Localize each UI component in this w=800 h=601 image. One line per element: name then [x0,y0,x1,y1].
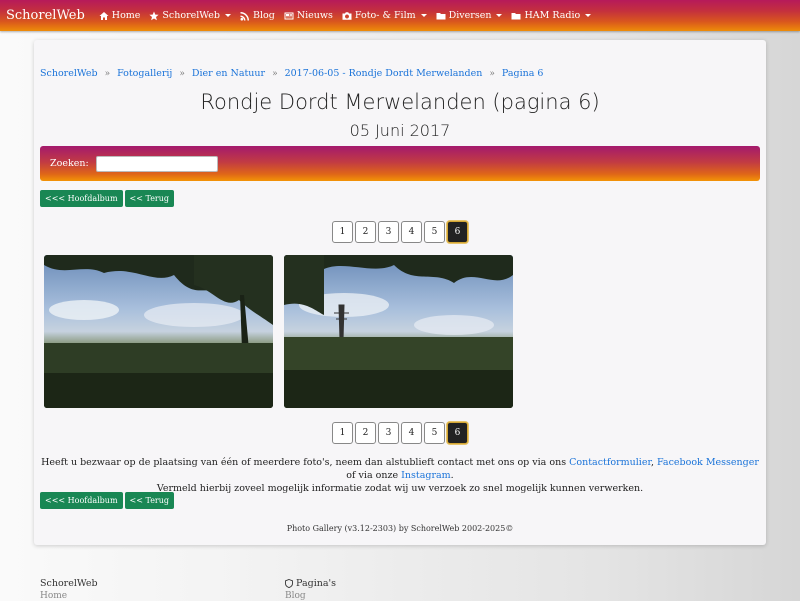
breadcrumb-item[interactable]: SchorelWeb [40,68,98,79]
top-button-row: <<< Hoofdalbum << Terug [40,190,175,207]
page-link-2[interactable]: 2 [355,221,376,243]
nav-foto-film[interactable]: Foto- & Film [342,10,427,21]
search-bar: Zoeken: [40,146,760,181]
home-icon [99,11,109,20]
main-album-button[interactable]: <<< Hoofdalbum [40,492,123,509]
nav-home-label: Home [111,10,141,21]
footer-column-title: Pagina's [296,578,337,589]
nav-blog[interactable]: Blog [240,10,275,21]
nav-nieuws-label: Nieuws [296,10,333,21]
pagination-top: 1 2 3 4 5 6 [34,221,766,243]
facebook-messenger-link[interactable]: Facebook Messenger [657,457,759,468]
chevron-down-icon [420,14,427,17]
page-link-6-current[interactable]: 6 [447,221,468,243]
search-label: Zoeken: [50,158,89,169]
page-link-3[interactable]: 3 [378,221,399,243]
nav-diversen-label: Diversen [448,10,492,21]
page-link-5[interactable]: 5 [424,221,445,243]
page-date: 05 Juni 2017 [349,121,451,140]
page-link-4[interactable]: 4 [401,221,422,243]
instagram-link[interactable]: Instagram [401,470,451,481]
breadcrumb: SchorelWeb » Fotogallerij » Dier en Natu… [40,68,543,79]
shield-icon [285,579,293,588]
notice-line-1: Heeft u bezwaar op de plaatsing van één … [40,456,760,482]
page-link-2[interactable]: 2 [355,422,376,444]
notice-text: . [450,470,454,481]
gallery-photo[interactable] [284,255,513,408]
folder-icon [511,12,521,19]
chevron-down-icon [585,14,592,17]
notice-text: of via onze [346,470,402,481]
search-input[interactable] [95,155,218,172]
nav-schorelweb-label: SchorelWeb [162,10,220,21]
camera-icon [342,11,352,20]
main-album-button[interactable]: <<< Hoofdalbum [40,190,123,207]
powerline-landscape-image [284,255,513,408]
notice-text: Heeft u bezwaar op de plaatsing van één … [41,457,570,468]
tree-landscape-image [44,255,273,408]
breadcrumb-item[interactable]: 2017-06-05 - Rondje Dordt Merwelanden [285,68,483,79]
brand-logo[interactable]: SchorelWeb [6,8,85,23]
nav-diversen[interactable]: Diversen [436,10,503,21]
breadcrumb-separator: » [179,68,185,79]
star-icon [149,11,160,20]
gallery-card: SchorelWeb » Fotogallerij » Dier en Natu… [34,40,766,545]
nav-blog-label: Blog [252,10,275,21]
pagination-bottom: 1 2 3 4 5 6 [34,422,766,444]
breadcrumb-item[interactable]: Dier en Natuur [192,68,265,79]
back-button[interactable]: << Terug [124,190,175,207]
gallery-photo[interactable] [44,255,273,408]
breadcrumb-item[interactable]: Fotogallerij [117,68,172,79]
footer-column-heading: Pagina's [285,578,336,589]
page-link-6-current[interactable]: 6 [447,422,468,444]
bottom-button-row: <<< Hoofdalbum << Terug [40,492,175,509]
breadcrumb-separator: » [272,68,278,79]
nav-nieuws[interactable]: Nieuws [284,10,333,21]
nav-schorelweb[interactable]: SchorelWeb [149,10,231,21]
footer-column-title: SchorelWeb [40,578,98,589]
nav-ham-radio-label: HAM Radio [524,10,581,21]
newspaper-icon [284,12,294,19]
breadcrumb-separator: » [104,68,111,79]
page-link-4[interactable]: 4 [401,422,422,444]
breadcrumb-separator: » [489,68,495,79]
page-link-5[interactable]: 5 [424,422,445,444]
folder-icon [436,12,446,19]
nav-foto-film-label: Foto- & Film [354,10,416,21]
nav-home[interactable]: Home [99,10,141,21]
chevron-down-icon [496,14,503,17]
page-link-1[interactable]: 1 [332,221,353,243]
page-link-3[interactable]: 3 [378,422,399,444]
top-navbar: SchorelWeb Home SchorelWeb Blog Nieuws F… [0,0,800,31]
back-button[interactable]: << Terug [124,492,175,509]
page-title: Rondje Dordt Merwelanden (pagina 6) [200,90,600,114]
nav-ham-radio[interactable]: HAM Radio [511,10,592,21]
footer-column-paginas: Pagina's Blog [285,578,336,601]
footer-column-schorelweb: SchorelWeb Home [40,578,98,601]
chevron-down-icon [224,14,231,17]
breadcrumb-item-current[interactable]: Pagina 6 [502,68,544,79]
gallery-credits: Photo Gallery (v3.12-2303) by SchorelWeb… [286,524,514,533]
rss-icon [240,11,249,20]
page-link-1[interactable]: 1 [332,422,353,444]
contact-form-link[interactable]: Contactformulier [569,457,651,468]
copyright-notice: Heeft u bezwaar op de plaatsing van één … [40,456,760,495]
